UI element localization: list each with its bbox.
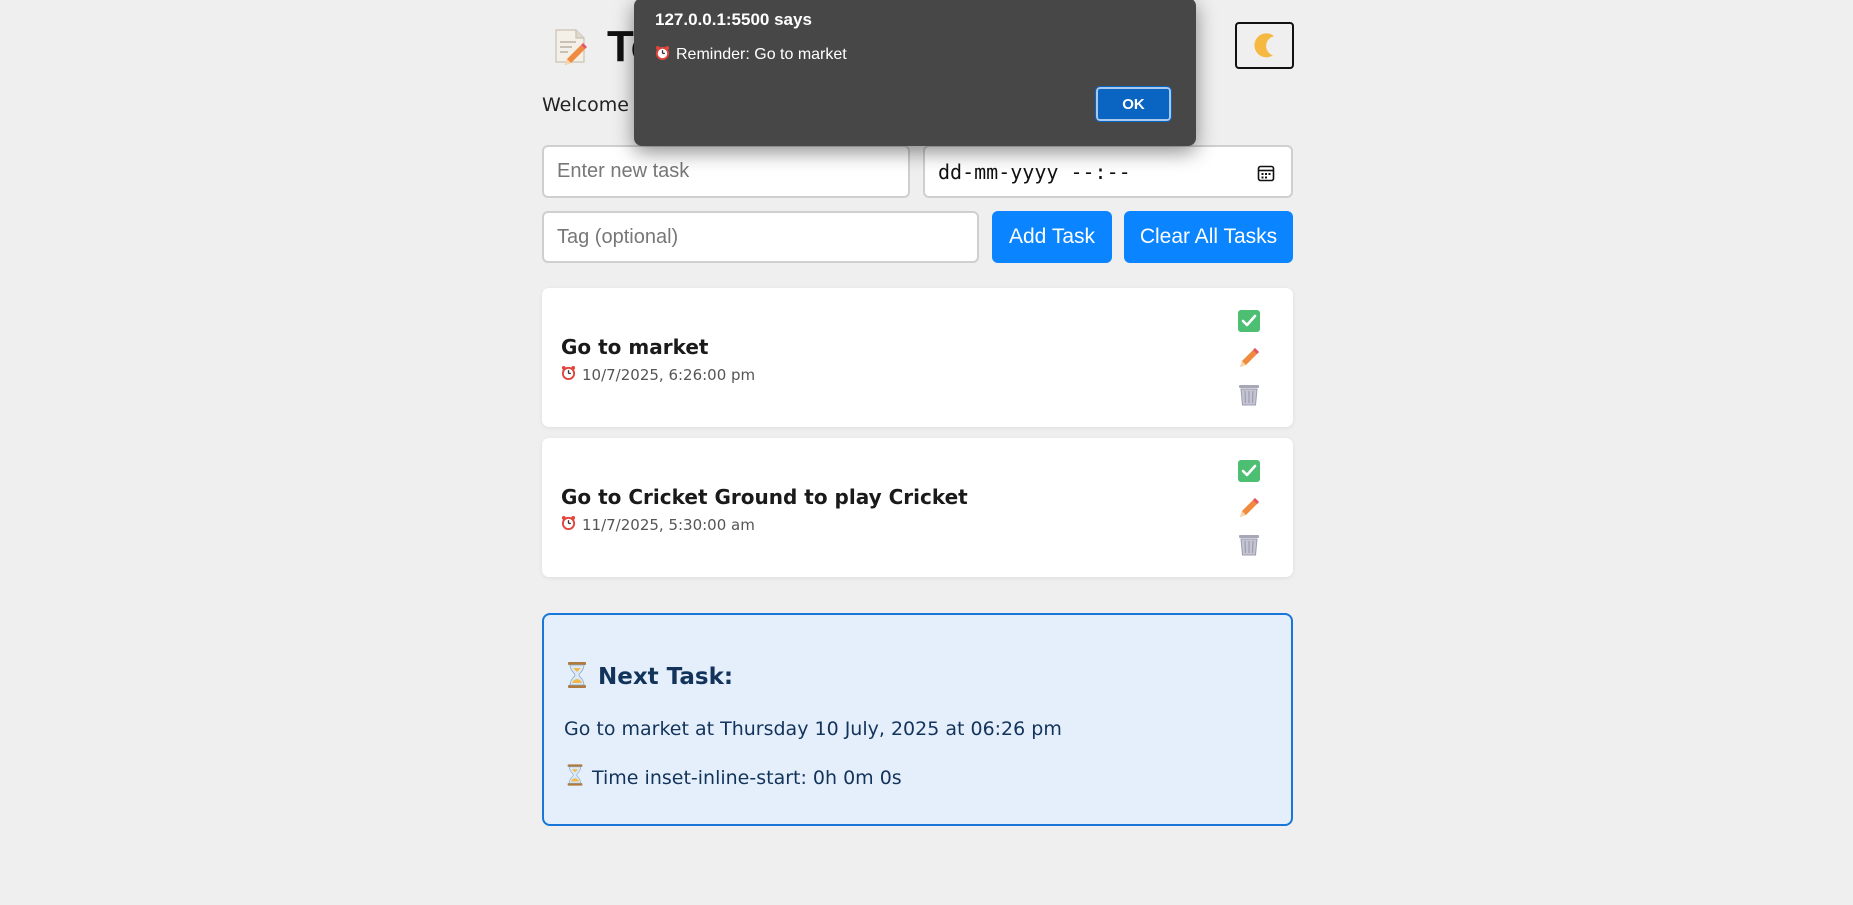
theme-toggle-button[interactable] xyxy=(1235,22,1294,69)
tag-input[interactable]: Tag (optional) xyxy=(542,211,979,263)
task-time: 11/7/2025, 5:30:00 am xyxy=(561,515,755,534)
task-time: 10/7/2025, 6:26:00 pm xyxy=(561,365,755,384)
welcome-text: Welcome t xyxy=(542,94,643,116)
clear-all-tasks-button[interactable]: Clear All Tasks xyxy=(1124,211,1293,263)
edit-task-icon[interactable] xyxy=(1236,345,1262,371)
complete-task-icon[interactable] xyxy=(1236,458,1262,484)
dialog-message: Reminder: Go to market xyxy=(655,45,847,65)
dialog-message-text: Reminder: Go to market xyxy=(676,46,847,63)
datetime-input[interactable]: dd-mm-yyyy --:-- xyxy=(923,145,1293,198)
alarm-clock-icon xyxy=(655,45,670,65)
dialog-origin: 127.0.0.1:5500 says xyxy=(655,10,812,29)
task-card: Go to market 10/7/2025, 6:26:00 pm xyxy=(542,288,1293,427)
task-card: Go to Cricket Ground to play Cricket 11/… xyxy=(542,438,1293,577)
edit-task-icon[interactable] xyxy=(1236,495,1262,521)
delete-task-icon[interactable] xyxy=(1236,532,1262,558)
delete-task-icon[interactable] xyxy=(1236,382,1262,408)
hourglass-icon xyxy=(566,763,584,792)
next-task-detail: Go to market at Thursday 10 July, 2025 a… xyxy=(564,718,1062,740)
ok-button[interactable]: OK xyxy=(1095,86,1172,122)
next-task-panel: Next Task: Go to market at Thursday 10 J… xyxy=(542,613,1293,826)
task-time-text: 10/7/2025, 6:26:00 pm xyxy=(582,365,756,384)
task-input-placeholder: Enter new task xyxy=(557,160,690,182)
task-title: Go to market xyxy=(561,335,709,359)
alert-dialog: 127.0.0.1:5500 says Reminder: Go to mark… xyxy=(634,0,1196,146)
task-time-text: 11/7/2025, 5:30:00 am xyxy=(582,515,755,534)
add-task-button[interactable]: Add Task xyxy=(992,211,1112,263)
alarm-clock-icon xyxy=(561,365,576,384)
time-remaining-text: Time inset-inline-start: 0h 0m 0s xyxy=(592,766,902,789)
hourglass-icon xyxy=(566,661,588,693)
task-input[interactable]: Enter new task xyxy=(542,145,910,198)
moon-icon xyxy=(1250,29,1280,63)
complete-task-icon[interactable] xyxy=(1236,308,1262,334)
tag-input-placeholder: Tag (optional) xyxy=(557,225,679,248)
time-remaining: Time inset-inline-start: 0h 0m 0s xyxy=(566,763,902,792)
task-title: Go to Cricket Ground to play Cricket xyxy=(561,485,968,509)
alarm-clock-icon xyxy=(561,515,576,534)
memo-icon xyxy=(550,26,590,66)
next-task-heading: Next Task: xyxy=(598,664,734,690)
datetime-placeholder: dd-mm-yyyy --:-- xyxy=(938,159,1131,184)
next-task-header: Next Task: xyxy=(566,661,733,693)
calendar-icon[interactable] xyxy=(1257,163,1275,182)
